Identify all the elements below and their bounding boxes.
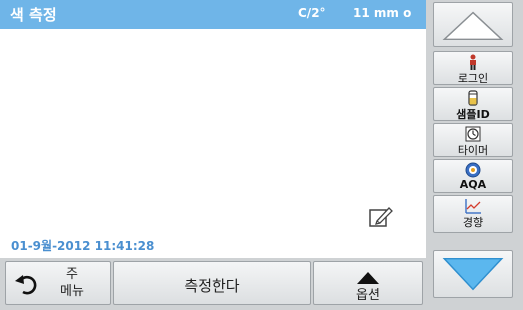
measurement-area: 01-9월-2012 11:41:28 [0, 29, 426, 258]
timer-icon [464, 126, 482, 142]
triangle-down-icon [442, 257, 504, 291]
scroll-up-button[interactable] [433, 2, 513, 47]
side-panel: 로그인 샘플ID 타이머 AQA 경향 [426, 0, 523, 310]
bottom-toolbar: 주 메뉴 측정한다 옵션 [0, 258, 426, 310]
timer-label: 타이머 [457, 144, 489, 157]
aqa-button[interactable]: AQA [433, 159, 513, 193]
title-bar: 색 측정 C/2° 11 mm o [0, 0, 426, 29]
screen-title: 색 측정 [10, 6, 57, 24]
edit-note-icon[interactable] [368, 204, 394, 230]
return-arrow-icon [14, 271, 40, 297]
measure-label: 측정한다 [184, 277, 240, 295]
login-label: 로그인 [457, 72, 489, 85]
aqa-quality-icon [464, 162, 482, 178]
timer-button[interactable]: 타이머 [433, 123, 513, 157]
triangle-up-icon [357, 269, 379, 284]
measure-button[interactable]: 측정한다 [113, 261, 311, 305]
main-menu-label: 주 메뉴 [60, 267, 84, 299]
login-button[interactable]: 로그인 [433, 51, 513, 85]
trend-label: 경향 [462, 216, 484, 229]
aqa-label: AQA [459, 178, 487, 191]
person-icon [464, 54, 482, 70]
sample-id-button[interactable]: 샘플ID [433, 87, 513, 121]
sample-id-label: 샘플ID [456, 108, 490, 121]
options-button[interactable]: 옵션 [313, 261, 423, 305]
instrument-screen: 색 측정 C/2° 11 mm o 01-9월-2012 11:41:28 주 … [0, 0, 523, 310]
scroll-down-button[interactable] [433, 250, 513, 298]
triangle-up-icon [442, 11, 504, 41]
trend-chart-icon [464, 198, 482, 214]
main-menu-button[interactable]: 주 메뉴 [5, 261, 111, 305]
trend-button[interactable]: 경향 [433, 195, 513, 233]
sample-vial-icon [464, 90, 482, 106]
illuminant-observer-readout: C/2° [298, 6, 326, 20]
path-length-readout: 11 mm o [353, 6, 412, 20]
options-label: 옵션 [356, 288, 380, 303]
timestamp: 01-9월-2012 11:41:28 [11, 239, 155, 253]
